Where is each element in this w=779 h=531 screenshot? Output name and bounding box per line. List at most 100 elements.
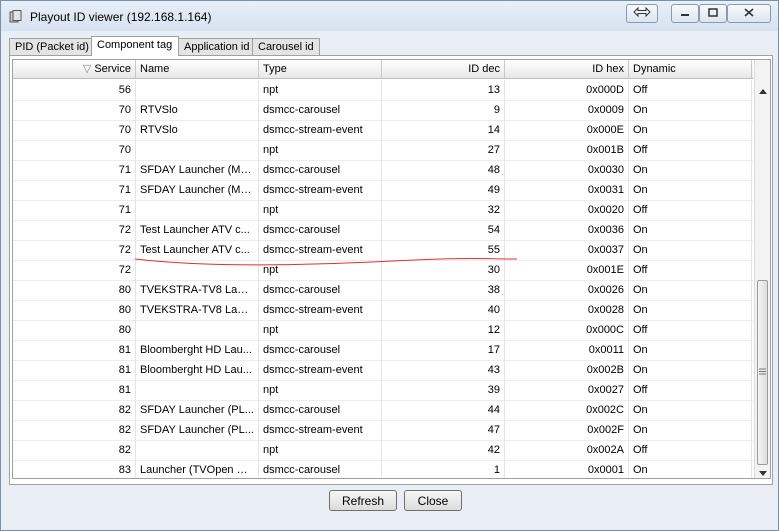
- cell-dynamic: On: [629, 240, 752, 260]
- close-button[interactable]: Close: [404, 490, 462, 511]
- cell-id-hex: 0x0011: [505, 340, 629, 360]
- cell-dynamic: Off: [629, 200, 752, 220]
- cell-id-hex: 0x0030: [505, 160, 629, 180]
- cell-service: 70: [13, 140, 136, 160]
- table-row[interactable]: 80 TVEKSTRA-TV8 Laun... dsmcc-stream-event…: [13, 300, 753, 321]
- table-row[interactable]: 56 npt 13 0x000D Off: [13, 80, 753, 101]
- cell-service: 56: [13, 80, 136, 100]
- close-window-button[interactable]: [727, 4, 771, 23]
- tab-component-tag[interactable]: Component tag: [91, 36, 179, 56]
- tab-application-id[interactable]: Application id: [178, 38, 256, 55]
- cell-dynamic: On: [629, 220, 752, 240]
- table-row[interactable]: 72 Test Launcher ATV c... dsmcc-carousel 54…: [13, 220, 753, 241]
- table-row[interactable]: 71 SFDAY Launcher (MT... dsmcc-carousel 48 0…: [13, 160, 753, 181]
- column-header-service[interactable]: ▽ Service: [13, 60, 136, 78]
- cell-service: 81: [13, 360, 136, 380]
- table-row[interactable]: 82 npt 42 0x002A Off: [13, 440, 753, 461]
- tab-pid[interactable]: PID (Packet id): [9, 38, 93, 55]
- cell-type: dsmcc-carousel: [259, 400, 382, 420]
- vertical-scrollbar[interactable]: [754, 60, 770, 478]
- cell-name: TVEKSTRA-TV8 Laun...: [136, 280, 259, 300]
- cell-id-hex: 0x0031: [505, 180, 629, 200]
- cell-id-dec: 40: [382, 300, 505, 320]
- cell-dynamic: Off: [629, 140, 752, 160]
- cell-service: 81: [13, 380, 136, 400]
- cell-type: dsmcc-carousel: [259, 220, 382, 240]
- maximize-button[interactable]: [699, 4, 727, 23]
- scrollbar-thumb[interactable]: [757, 280, 768, 465]
- cell-service: 83: [13, 460, 136, 478]
- double-arrow-icon: [633, 6, 651, 20]
- table-row[interactable]: 80 TVEKSTRA-TV8 Laun... dsmcc-carousel 38 0x…: [13, 280, 753, 301]
- cell-id-dec: 39: [382, 380, 505, 400]
- cell-name: [136, 260, 259, 280]
- cell-type: dsmcc-carousel: [259, 460, 382, 478]
- cell-id-hex: 0x002A: [505, 440, 629, 460]
- cell-name: [136, 380, 259, 400]
- cell-type: npt: [259, 260, 382, 280]
- scroll-down-arrow-icon[interactable]: [759, 468, 767, 478]
- cell-id-dec: 12: [382, 320, 505, 340]
- cell-dynamic: On: [629, 360, 752, 380]
- cell-id-hex: 0x0009: [505, 100, 629, 120]
- resize-button[interactable]: [626, 4, 658, 23]
- table-row[interactable]: 82 SFDAY Launcher (PL... dsmcc-carousel 44 0…: [13, 400, 753, 421]
- cell-name: [136, 320, 259, 340]
- table-row[interactable]: 72 npt 30 0x001E Off: [13, 260, 753, 281]
- table-row[interactable]: 83 Launcher (TVOpen HD) dsmcc-carousel 1 0x0…: [13, 460, 753, 478]
- cell-id-hex: 0x0028: [505, 300, 629, 320]
- tab-carousel-id[interactable]: Carousel id: [252, 38, 320, 55]
- table-row[interactable]: 70 RTVSlo dsmcc-carousel 9 0x0009 On: [13, 100, 753, 121]
- app-icon: [9, 10, 22, 23]
- cell-dynamic: Off: [629, 440, 752, 460]
- table-row[interactable]: 82 SFDAY Launcher (PL... dsmcc-stream-even…: [13, 420, 753, 441]
- column-header-type[interactable]: Type: [259, 60, 382, 78]
- table-row[interactable]: 71 npt 32 0x0020 Off: [13, 200, 753, 221]
- cell-type: npt: [259, 320, 382, 340]
- cell-name: TVEKSTRA-TV8 Laun...: [136, 300, 259, 320]
- cell-id-hex: 0x002C: [505, 400, 629, 420]
- table-row[interactable]: 81 Bloomberght HD Lau... dsmcc-carousel 17 0…: [13, 340, 753, 361]
- cell-dynamic: On: [629, 180, 752, 200]
- cell-type: dsmcc-carousel: [259, 340, 382, 360]
- table-row[interactable]: 80 npt 12 0x000C Off: [13, 320, 753, 341]
- cell-type: npt: [259, 200, 382, 220]
- cell-name: [136, 140, 259, 160]
- cell-dynamic: On: [629, 100, 752, 120]
- close-icon: [744, 7, 754, 20]
- column-header-name[interactable]: Name: [136, 60, 259, 78]
- cell-name: RTVSlo: [136, 100, 259, 120]
- table-row[interactable]: 71 SFDAY Launcher (MT... dsmcc-stream-even…: [13, 180, 753, 201]
- cell-id-hex: 0x0001: [505, 460, 629, 478]
- cell-name: Launcher (TVOpen HD): [136, 460, 259, 478]
- table-row[interactable]: 70 RTVSlo dsmcc-stream-event 14 0x000E On: [13, 120, 753, 141]
- scroll-up-arrow-icon[interactable]: [759, 85, 767, 97]
- cell-type: dsmcc-stream-event: [259, 360, 382, 380]
- refresh-button[interactable]: Refresh: [329, 490, 397, 511]
- table-row[interactable]: 81 Bloomberght HD Lau... dsmcc-stream-even…: [13, 360, 753, 381]
- cell-id-hex: 0x0037: [505, 240, 629, 260]
- cell-id-hex: 0x000E: [505, 120, 629, 140]
- cell-service: 71: [13, 200, 136, 220]
- minimize-icon: [680, 8, 690, 20]
- cell-id-dec: 32: [382, 200, 505, 220]
- cell-id-dec: 54: [382, 220, 505, 240]
- table-row[interactable]: 81 npt 39 0x0027 Off: [13, 380, 753, 401]
- cell-id-hex: 0x0036: [505, 220, 629, 240]
- column-header-dynamic[interactable]: Dynamic: [629, 60, 752, 78]
- cell-service: 82: [13, 400, 136, 420]
- table-row[interactable]: 70 npt 27 0x001B Off: [13, 140, 753, 161]
- cell-type: npt: [259, 380, 382, 400]
- cell-service: 82: [13, 440, 136, 460]
- cell-id-hex: 0x0020: [505, 200, 629, 220]
- column-header-id-hex[interactable]: ID hex: [505, 60, 629, 78]
- table-row[interactable]: 72 Test Launcher ATV c... dsmcc-stream-eve…: [13, 240, 753, 261]
- cell-id-hex: 0x000D: [505, 80, 629, 100]
- cell-dynamic: Off: [629, 260, 752, 280]
- cell-name: SFDAY Launcher (MT...: [136, 160, 259, 180]
- column-header-id-dec[interactable]: ID dec: [382, 60, 505, 78]
- cell-dynamic: On: [629, 400, 752, 420]
- cell-type: dsmcc-carousel: [259, 280, 382, 300]
- minimize-button[interactable]: [671, 4, 699, 23]
- cell-name: Bloomberght HD Lau...: [136, 360, 259, 380]
